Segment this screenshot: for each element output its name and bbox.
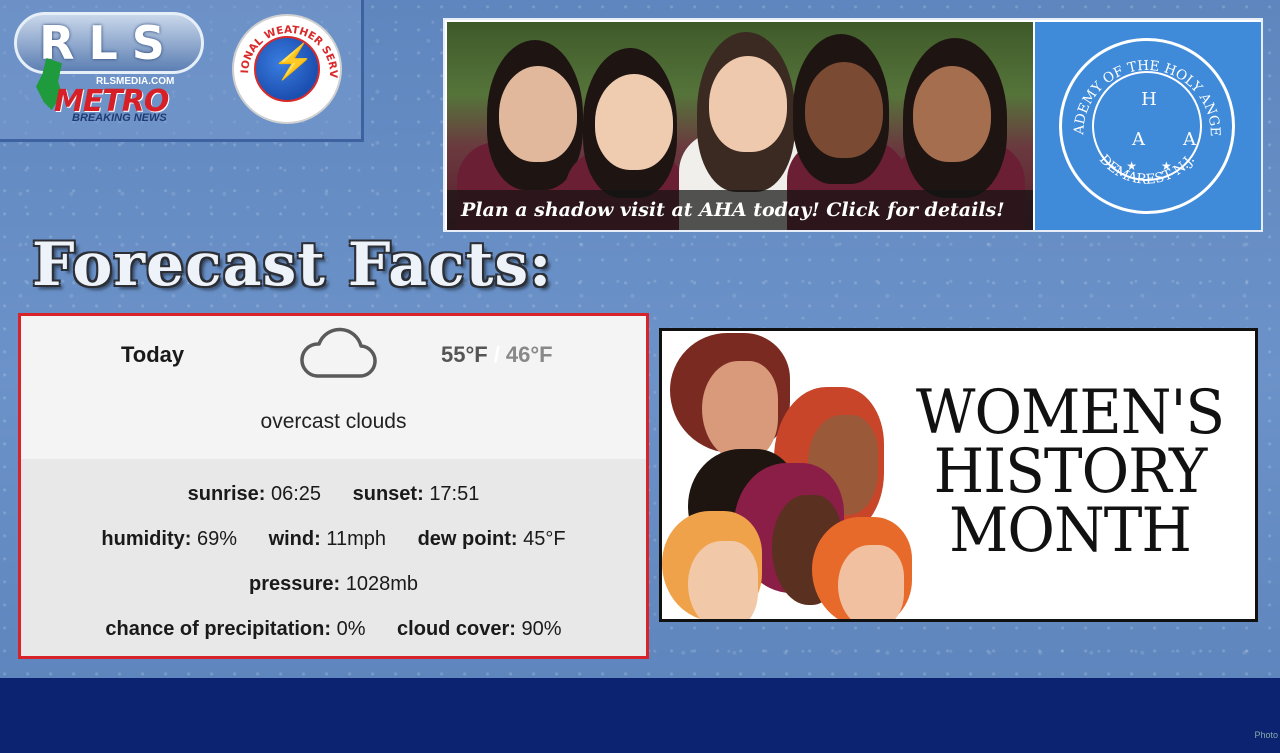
sunset-value: 17:51 bbox=[429, 483, 480, 505]
forecast-description: overcast clouds bbox=[260, 410, 407, 433]
forecast-temps: 55°F/46°F bbox=[441, 342, 553, 368]
whm-title: WOMEN'S HISTORY MONTH bbox=[900, 376, 1240, 566]
aha-seal-stars: ★★ bbox=[1126, 159, 1196, 173]
detail-row-pressure: pressure: 1028mb bbox=[21, 573, 646, 596]
pressure-label: pressure: bbox=[249, 573, 341, 595]
precip-label: chance of precipitation: bbox=[105, 618, 332, 640]
aha-caption: Plan a shadow visit at AHA today! Click … bbox=[447, 190, 1033, 230]
students-photo: Plan a shadow visit at AHA today! Click … bbox=[447, 22, 1033, 230]
rls-tagline: BREAKING NEWS bbox=[72, 112, 167, 124]
rls-metro-logo[interactable]: RLS RLSMEDIA.COM METRO BREAKING NEWS bbox=[14, 12, 209, 128]
forecast-summary: Today 55°F/46°F overcast clouds bbox=[21, 316, 646, 459]
temp-separator: / bbox=[493, 342, 500, 367]
cloud-cover-label: cloud cover: bbox=[397, 618, 516, 640]
temp-low: 46°F bbox=[505, 342, 553, 367]
detail-row-precip: chance of precipitation: 0% cloud cover:… bbox=[21, 618, 646, 641]
humidity-label: humidity: bbox=[101, 528, 192, 550]
whm-line-1: WOMEN'S bbox=[915, 376, 1225, 448]
sunrise-label: sunrise: bbox=[187, 483, 266, 505]
detail-row-air: humidity: 69% wind: 11mph dew point: 45°… bbox=[21, 528, 646, 551]
lightning-icon: ⚡ bbox=[272, 43, 315, 81]
dew-point-label: dew point: bbox=[417, 528, 518, 550]
aha-seal-logo: ACADEMY OF THE HOLY ANGELS DEMAREST N.J.… bbox=[1059, 38, 1235, 214]
pressure-value: 1028mb bbox=[345, 573, 418, 595]
women-profiles-illustration bbox=[662, 331, 912, 619]
whm-line-3: MONTH bbox=[949, 494, 1192, 566]
nws-logo[interactable]: NATIONAL WEATHER SERVICE ⚡ bbox=[232, 14, 342, 124]
precip-value: 0% bbox=[336, 618, 366, 640]
photo-credit: Photo bbox=[1254, 730, 1278, 740]
detail-row-sun: sunrise: 06:25 sunset: 17:51 bbox=[21, 483, 646, 506]
cloud-cover-value: 90% bbox=[521, 618, 562, 640]
aha-seal-aa: AA bbox=[1132, 129, 1234, 150]
wind-label: wind: bbox=[268, 528, 321, 550]
aha-ad-banner[interactable]: Plan a shadow visit at AHA today! Click … bbox=[443, 18, 1263, 232]
temp-high: 55°F bbox=[441, 342, 488, 367]
womens-history-month-banner[interactable]: WOMEN'S HISTORY MONTH bbox=[659, 328, 1258, 622]
cloud-icon bbox=[300, 327, 377, 378]
sunset-label: sunset: bbox=[352, 483, 424, 505]
humidity-value: 69% bbox=[196, 528, 237, 550]
whm-line-2: HISTORY bbox=[933, 435, 1208, 507]
aha-seal-h: H bbox=[1141, 89, 1157, 110]
footer-bar bbox=[0, 678, 1280, 753]
logo-area: RLS RLSMEDIA.COM METRO BREAKING NEWS NAT… bbox=[0, 0, 364, 142]
forecast-day: Today bbox=[121, 342, 185, 367]
page-title: Forecast Facts: bbox=[32, 230, 553, 300]
wind-value: 11mph bbox=[326, 528, 387, 550]
forecast-card: Today 55°F/46°F overcast clouds sunrise:… bbox=[18, 313, 649, 659]
aha-seal-inner: H AA ★★ bbox=[1092, 71, 1202, 181]
aha-seal-panel: ACADEMY OF THE HOLY ANGELS DEMAREST N.J.… bbox=[1035, 22, 1261, 230]
rls-letters: RLS bbox=[14, 12, 204, 74]
dew-point-value: 45°F bbox=[523, 528, 566, 550]
sunrise-value: 06:25 bbox=[271, 483, 322, 505]
forecast-details: sunrise: 06:25 sunset: 17:51 humidity: 6… bbox=[21, 459, 646, 656]
